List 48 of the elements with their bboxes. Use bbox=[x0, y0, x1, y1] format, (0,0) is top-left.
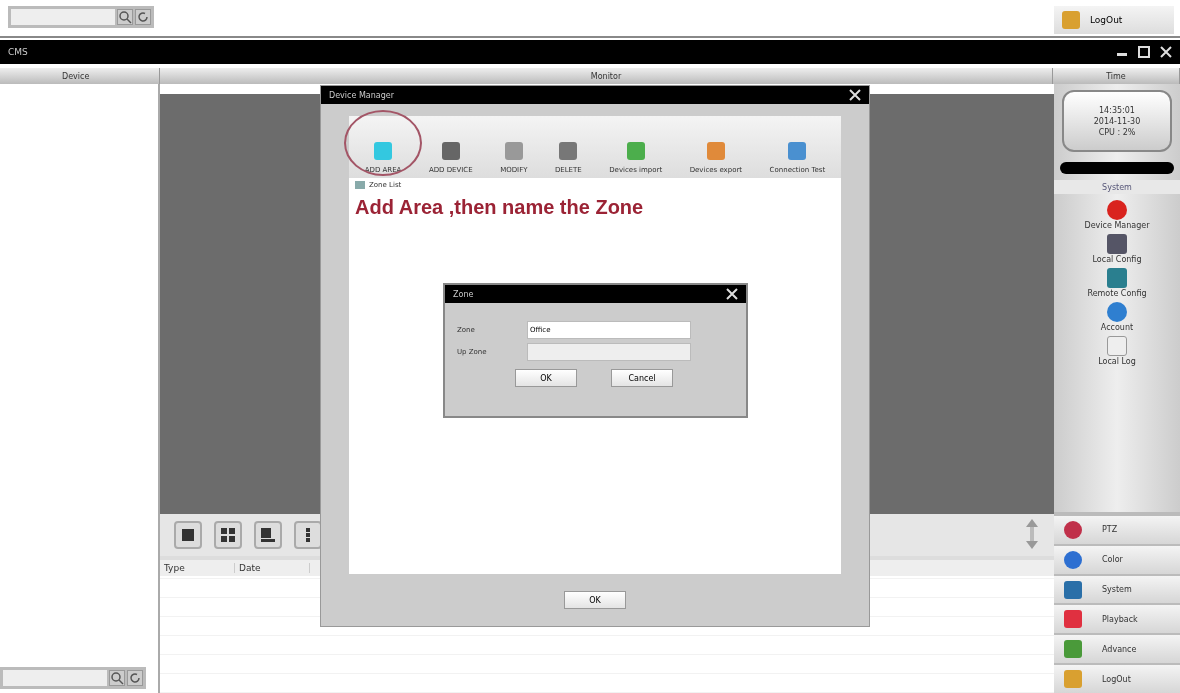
search-icon[interactable] bbox=[109, 670, 125, 686]
multi-view-icon bbox=[260, 527, 276, 543]
single-view-button[interactable] bbox=[174, 521, 202, 549]
search-icon[interactable] bbox=[117, 9, 133, 25]
maximize-icon[interactable] bbox=[1138, 46, 1150, 58]
menu-item[interactable]: Playback bbox=[1054, 605, 1180, 634]
column-header: Date bbox=[235, 563, 310, 573]
grid-view-icon bbox=[305, 527, 311, 543]
section-title: System bbox=[1102, 182, 1132, 192]
multi-view-button[interactable] bbox=[254, 521, 282, 549]
refresh-icon[interactable] bbox=[135, 9, 151, 25]
cpu-usage: CPU : 2% bbox=[1098, 127, 1136, 137]
column-header: Type bbox=[160, 563, 235, 573]
single-view-icon bbox=[180, 527, 196, 543]
menu-item[interactable]: LogOut bbox=[1054, 665, 1180, 693]
panel-title: Monitor bbox=[590, 71, 622, 81]
panel-title: Time bbox=[1106, 71, 1126, 81]
system-menu-item[interactable]: Local Config bbox=[1092, 234, 1142, 264]
refresh-icon[interactable] bbox=[127, 670, 143, 686]
clock-date: 2014-11-30 bbox=[1093, 116, 1141, 126]
close-icon[interactable] bbox=[1160, 46, 1172, 58]
record-button-icon bbox=[1107, 200, 1127, 220]
system-menu-item[interactable]: Local Log bbox=[1098, 336, 1136, 366]
dialog-title: Device Manager bbox=[329, 90, 394, 100]
menu-item[interactable]: PTZ bbox=[1054, 516, 1180, 544]
menu-item[interactable]: Color bbox=[1054, 545, 1180, 574]
logout-button[interactable]: LogOut bbox=[1054, 6, 1174, 34]
system-menu-item[interactable]: Remote Config bbox=[1087, 268, 1147, 298]
search-field[interactable] bbox=[0, 667, 146, 689]
search-field[interactable] bbox=[8, 6, 154, 28]
menu-item[interactable]: System bbox=[1054, 575, 1180, 604]
dialog-button[interactable]: Cancel bbox=[611, 369, 673, 387]
grid-view-button[interactable] bbox=[294, 521, 322, 549]
system-menu-item[interactable]: Device Manager bbox=[1084, 200, 1150, 230]
menu-item[interactable]: Advance bbox=[1054, 635, 1180, 664]
system-menu-item[interactable]: Account bbox=[1100, 302, 1134, 332]
panel-title: Device bbox=[62, 71, 90, 81]
document-icon bbox=[1107, 336, 1127, 356]
dialog-title: Zone bbox=[453, 289, 474, 299]
dialog-button[interactable]: OK bbox=[515, 369, 577, 387]
clock-time: 14:35:01 bbox=[1099, 105, 1135, 115]
ok-button[interactable]: OK bbox=[564, 591, 626, 609]
annotation-text: Add Area ,then name the Zone bbox=[354, 195, 645, 220]
window-title: CMS bbox=[8, 47, 28, 57]
quad-view-icon bbox=[220, 527, 236, 543]
close-icon[interactable] bbox=[726, 288, 738, 300]
quad-view-button[interactable] bbox=[214, 521, 242, 549]
close-icon[interactable] bbox=[849, 89, 861, 101]
